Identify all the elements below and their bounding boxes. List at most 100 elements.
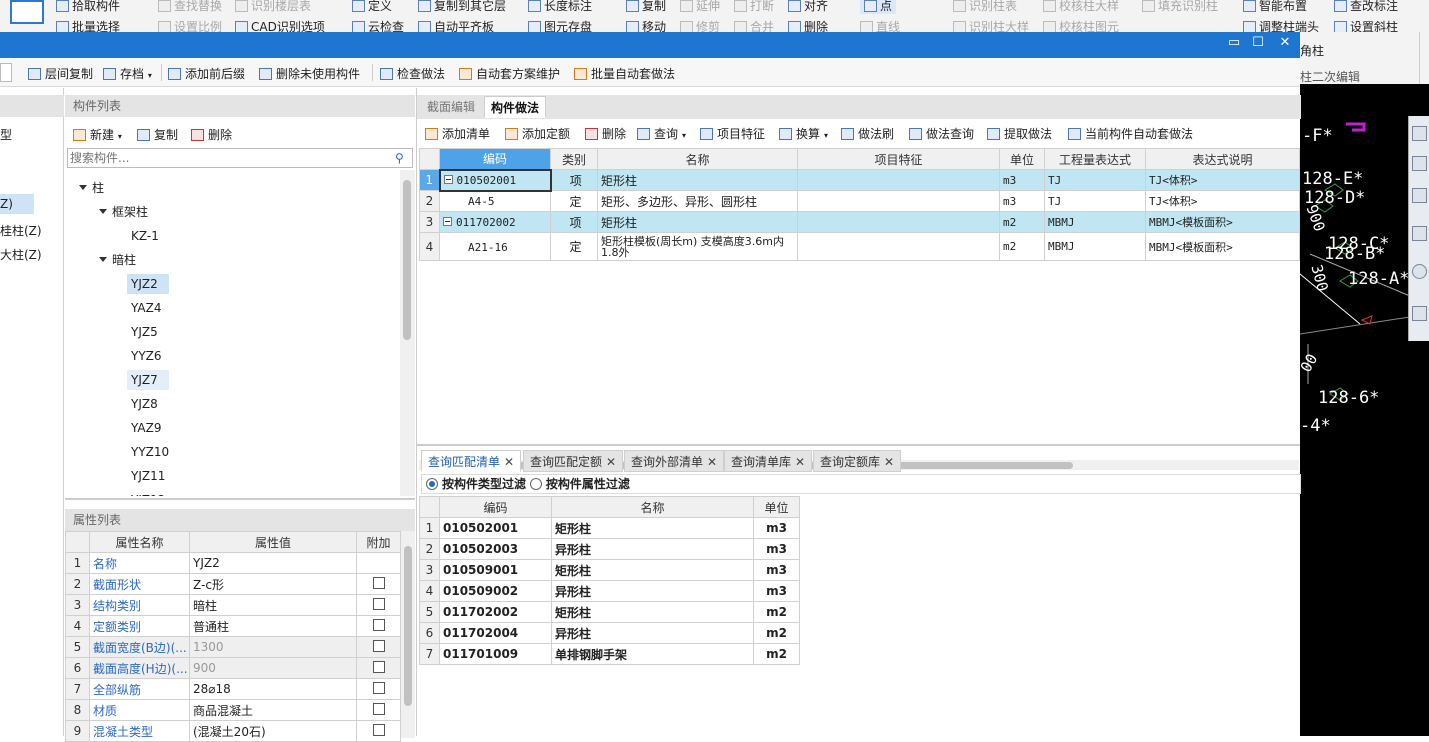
method-cell-feature[interactable]	[797, 211, 1000, 233]
property-value[interactable]: (混凝土20石)	[189, 720, 357, 742]
method-cell-desc[interactable]: TJ<体积>	[1145, 169, 1300, 191]
query-name[interactable]: 矩形柱	[551, 559, 754, 581]
query-tab[interactable]: 查询匹配清单 ✕	[421, 450, 522, 472]
method-cell-desc[interactable]: MBMJ<模板面积>	[1145, 232, 1300, 261]
ribbon-item[interactable]: 识别楼层表	[235, 0, 311, 14]
property-scrollbar[interactable]	[401, 531, 415, 738]
archive-button[interactable]: 存档 ▾	[103, 65, 152, 82]
ribbon-item[interactable]: 拾取构件	[56, 0, 120, 14]
check-method-button[interactable]: 检查做法	[380, 65, 445, 82]
list-item[interactable]: 大柱(Z)	[0, 246, 42, 263]
column-header[interactable]: 表达式说明	[1145, 148, 1300, 170]
column-header[interactable]: 编码	[439, 496, 552, 518]
ribbon-item[interactable]: 识别柱大样	[953, 18, 1029, 32]
query-unit[interactable]: m2	[753, 622, 800, 644]
layer-icon[interactable]	[1412, 306, 1427, 321]
method-cell-name[interactable]: 矩形柱模板(周长m) 支模高度3.6m内 1.8外	[597, 232, 798, 261]
method-cell-name[interactable]: 矩形、多边形、异形、圆形柱	[597, 190, 798, 212]
expand-icon[interactable]	[99, 209, 107, 214]
property-value[interactable]: 28⌀18	[189, 678, 357, 700]
attach-cell[interactable]	[356, 699, 401, 721]
tree-item[interactable]: 柱	[75, 178, 108, 198]
ribbon-item[interactable]: 校核柱图元	[1043, 18, 1119, 32]
ribbon-item[interactable]: 校核柱大样	[1043, 0, 1119, 14]
close-tab-icon[interactable]: ✕	[795, 455, 805, 469]
query-tab[interactable]: 查询定额库 ✕	[813, 450, 902, 472]
query-unit[interactable]: m2	[753, 601, 800, 623]
ribbon-item[interactable]: 识别柱表	[953, 0, 1017, 14]
tree-item[interactable]: KZ-1	[127, 226, 163, 246]
method-cell-feature[interactable]	[797, 169, 1000, 191]
select-tool-icon[interactable]	[10, 0, 44, 24]
checkbox[interactable]	[372, 660, 385, 673]
tree-item[interactable]: YAZ9	[127, 418, 165, 438]
ribbon-item[interactable]: 查找替换	[158, 0, 222, 14]
query-code[interactable]: 011701009	[439, 643, 552, 665]
ribbon-item[interactable]: 图元存盘	[528, 18, 592, 32]
property-row[interactable]: 8 材质 商品混凝土	[65, 699, 401, 721]
query-tab[interactable]: 查询清单库 ✕	[724, 450, 813, 472]
box-view-icon[interactable]	[1412, 226, 1427, 241]
query-code[interactable]: 010509001	[439, 559, 552, 581]
tree-item[interactable]: YYZ10	[127, 442, 173, 462]
ribbon-item[interactable]: 云检查	[352, 18, 404, 32]
query-code[interactable]: 011702002	[439, 601, 552, 623]
method-tool-button[interactable]: 做法查询	[909, 125, 974, 142]
close-tab-icon[interactable]: ✕	[884, 455, 894, 469]
add-prefix-button[interactable]: 添加前后缀	[168, 65, 245, 82]
attach-cell[interactable]	[356, 636, 401, 658]
auto-scheme-button[interactable]: 自动套方案维护	[459, 65, 560, 82]
tab-section-edit[interactable]: 截面编辑	[421, 96, 482, 118]
ribbon-item[interactable]: 直线	[860, 18, 900, 32]
method-cell-expr[interactable]: MBMJ	[1044, 211, 1146, 233]
ribbon-item[interactable]: 延伸	[680, 0, 720, 14]
floor-copy-button[interactable]: 层间复制	[28, 65, 93, 82]
query-code[interactable]: 010502003	[439, 538, 552, 560]
method-cell-unit[interactable]: m3	[999, 190, 1045, 212]
tree-item[interactable]: YYZ6	[127, 346, 166, 366]
ribbon-item[interactable]: CAD识别选项	[235, 18, 325, 32]
method-cell-type[interactable]: 定	[550, 190, 598, 212]
method-cell-name[interactable]: 矩形柱	[597, 211, 798, 233]
column-header[interactable]: 工程量表达式	[1044, 148, 1146, 170]
filter-by-property[interactable]: 按构件属性过滤	[529, 477, 630, 491]
column-header[interactable]: 编码	[439, 148, 551, 170]
tree-item[interactable]: YJZ2	[127, 274, 169, 294]
method-tool-button[interactable]: 查询 ▾	[637, 125, 686, 142]
query-row[interactable]: 5 011702002 矩形柱 m2	[419, 601, 800, 623]
ribbon-item[interactable]: 定义	[352, 0, 392, 14]
query-row[interactable]: 1 010502001 矩形柱 m3	[419, 517, 800, 539]
query-name[interactable]: 矩形柱	[551, 517, 754, 539]
method-cell-desc[interactable]: MBMJ<模板面积>	[1145, 211, 1300, 233]
new-button[interactable]: 新建 ▾	[73, 126, 122, 143]
method-cell-name[interactable]: 矩形柱	[597, 169, 798, 191]
method-cell-unit[interactable]: m2	[999, 232, 1045, 261]
orbit-icon[interactable]	[1412, 264, 1427, 279]
column-header[interactable]: 项目特征	[797, 148, 1000, 170]
ribbon-item[interactable]: 自动平齐板	[418, 18, 494, 32]
property-row[interactable]: 4 定额类别 普通柱	[65, 615, 401, 637]
ribbon-item[interactable]: 复制到其它层	[418, 0, 506, 14]
method-cell-code[interactable]: 010502001	[438, 168, 552, 192]
monitor-icon[interactable]	[1412, 188, 1427, 203]
property-row[interactable]: 9 混凝土类型 (混凝土20石)	[65, 720, 401, 742]
copy-button[interactable]: 复制	[137, 126, 178, 143]
close-tab-icon[interactable]: ✕	[606, 455, 616, 469]
ribbon-item[interactable]: 合并	[734, 18, 774, 32]
property-value[interactable]: 暗柱	[189, 594, 357, 616]
attach-cell[interactable]	[356, 657, 401, 679]
left-dropdown[interactable]	[0, 63, 12, 82]
method-tool-button[interactable]: 当前构件自动套做法	[1068, 125, 1193, 142]
method-tool-button[interactable]: 换算 ▾	[779, 125, 828, 142]
checkbox[interactable]	[372, 597, 385, 610]
ribbon-item[interactable]: 填充识别柱	[1142, 0, 1218, 14]
method-cell-type[interactable]: 项	[550, 211, 598, 233]
query-unit[interactable]: m3	[753, 580, 800, 602]
attach-cell[interactable]	[356, 720, 401, 742]
column-header[interactable]: 类别	[550, 148, 598, 170]
close-button[interactable]: ✕	[1272, 35, 1298, 50]
collapse-icon[interactable]	[443, 217, 452, 226]
property-row[interactable]: 1 名称 YJZ2	[65, 552, 401, 574]
attach-cell[interactable]	[356, 615, 401, 637]
scroll-thumb[interactable]	[404, 546, 412, 706]
